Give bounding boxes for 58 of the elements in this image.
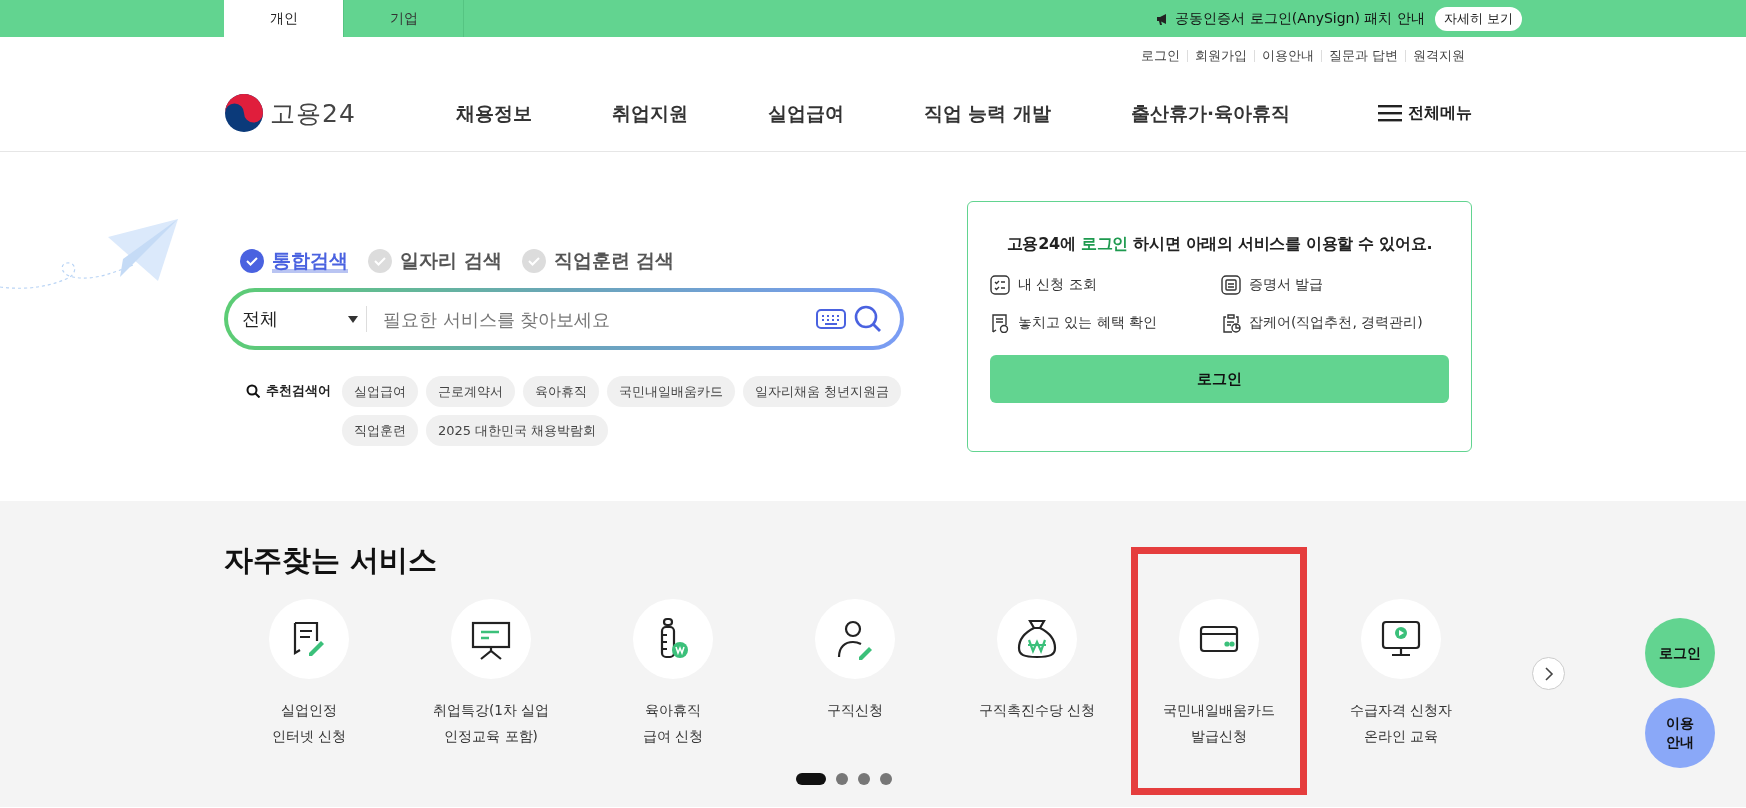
highlighted-service-tile[interactable]: 국민내일배움카드 발급신청 xyxy=(1131,547,1307,795)
search-icon[interactable] xyxy=(854,305,882,333)
emblem-icon xyxy=(224,93,264,133)
service-tile[interactable]: 구직신청 xyxy=(767,587,943,795)
login-message: 고용24에 로그인 하시면 아래의 서비스를 이용할 수 있어요. xyxy=(1005,234,1434,255)
service-item: 내 신청 조회 xyxy=(1018,276,1097,294)
nav-link[interactable]: 채용정보 xyxy=(456,100,532,126)
service-item: 증명서 발급 xyxy=(1249,276,1324,294)
utility-link[interactable]: 로그인 xyxy=(1134,50,1187,62)
section-title: 자주찾는 서비스 xyxy=(224,542,439,579)
keyword-chip[interactable]: 국민내일배움카드 xyxy=(607,376,735,407)
service-item: 놓치고 있는 혜택 확인 xyxy=(1018,314,1158,332)
service-tile[interactable]: 실업인정 인터넷 신청 xyxy=(221,587,397,795)
audience-tab[interactable]: 기업 xyxy=(344,0,464,37)
pager-dot[interactable] xyxy=(858,773,870,785)
nav-link[interactable]: 실업급여 xyxy=(768,100,845,126)
chevron-right-icon xyxy=(1543,666,1554,681)
utility-link[interactable]: 원격지원 xyxy=(1405,50,1472,62)
nav-link[interactable]: 취업지원 xyxy=(612,100,688,126)
keyword-chip[interactable]: 근로계약서 xyxy=(426,376,515,407)
caret-icon xyxy=(348,315,358,323)
service-tile[interactable]: 취업특강(1차 실업 인정교육 포함) xyxy=(403,587,579,795)
keyword-chip[interactable]: 일자리채움 청년지원금 xyxy=(743,376,902,407)
nav-link[interactable]: 직업 능력 개발 xyxy=(924,100,1051,126)
keyword-chip[interactable]: 실업급여 xyxy=(342,376,418,407)
search-tab[interactable]: 직업훈련 검색 xyxy=(521,248,675,274)
logo-text[interactable]: 고용24 xyxy=(270,96,356,130)
certificate-icon xyxy=(1221,275,1241,295)
login-link[interactable]: 로그인 xyxy=(1080,234,1128,253)
all-menu-button[interactable]: 전체메뉴 xyxy=(1378,102,1472,124)
keyword-chip[interactable]: 2025 대한민국 채용박람회 xyxy=(426,415,609,446)
search-tab[interactable]: 통합검색 xyxy=(240,248,348,274)
search-tab[interactable]: 일자리 검색 xyxy=(368,248,502,274)
service-tile[interactable]: 육아휴직 급여 신청 xyxy=(585,587,761,795)
nav-link[interactable]: 출산휴가·육아휴직 xyxy=(1130,100,1290,126)
login-button[interactable]: 로그인 xyxy=(990,355,1449,403)
clipboard-icon xyxy=(1221,313,1241,333)
keyword-chip[interactable]: 직업훈련 xyxy=(342,415,418,446)
details-button[interactable]: 자세히 보기 xyxy=(1434,6,1522,31)
menu-icon xyxy=(1378,104,1402,122)
category-dropdown[interactable]: 전체 xyxy=(242,306,367,332)
pager-dot[interactable] xyxy=(836,773,848,785)
utility-link[interactable]: 회원가입 xyxy=(1187,50,1254,62)
pager-dot[interactable] xyxy=(880,773,892,785)
utility-link[interactable]: 이용안내 xyxy=(1254,50,1321,62)
keyword-chip[interactable]: 육아휴직 xyxy=(523,376,599,407)
service-item: 잡케어(직업추천, 경력관리) xyxy=(1249,314,1423,332)
keyboard-icon[interactable] xyxy=(816,309,846,329)
service-tile[interactable]: 수급자격 신청자 온라인 교육 xyxy=(1313,587,1489,795)
utility-link[interactable]: 질문과 답변 xyxy=(1321,50,1405,62)
receipt-icon xyxy=(990,313,1010,333)
next-button[interactable] xyxy=(1532,657,1565,690)
recommended-label: 추천검색어 xyxy=(266,382,331,400)
search-icon xyxy=(246,384,260,398)
audience-tab[interactable]: 개인 xyxy=(224,0,344,37)
notice-text: 공동인증서 로그인(AnySign) 패치 안내 xyxy=(1175,9,1425,28)
service-tile[interactable]: 구직촉진수당 신청 xyxy=(949,587,1125,795)
checklist-icon xyxy=(990,275,1010,295)
